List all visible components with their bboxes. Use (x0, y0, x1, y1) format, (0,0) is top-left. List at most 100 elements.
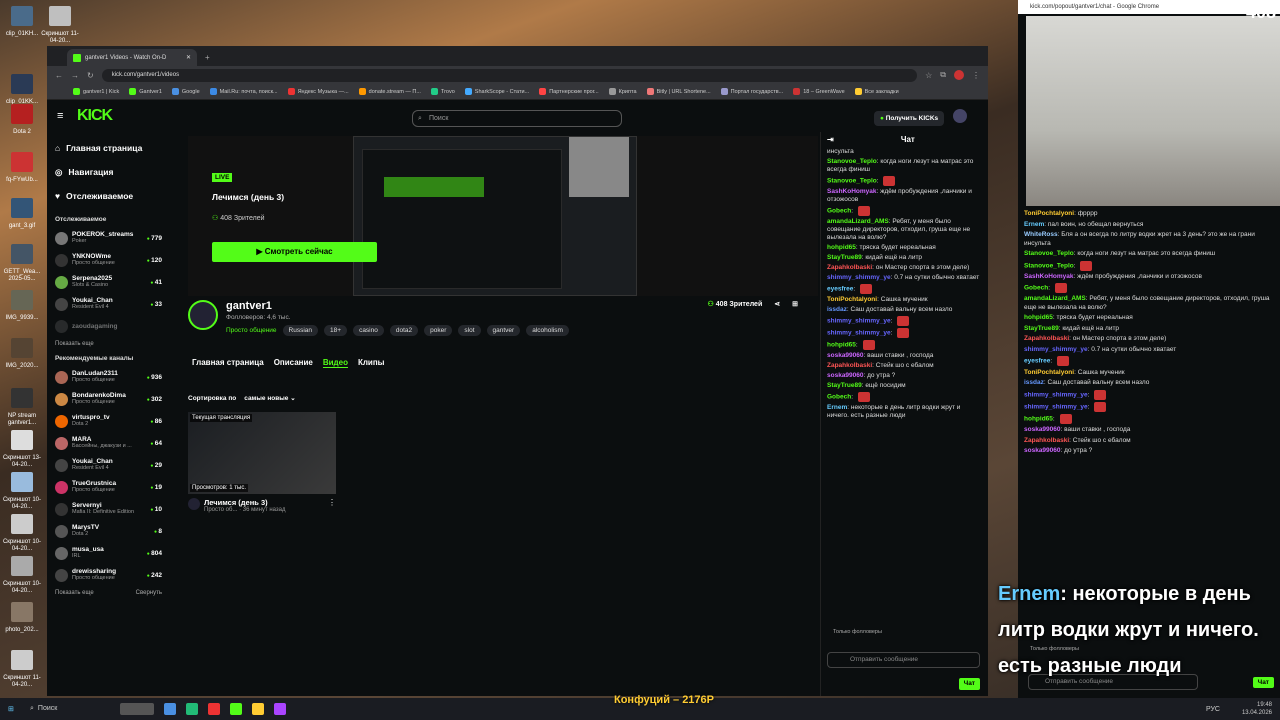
chat-username[interactable]: Zapahkolbaski (1024, 335, 1069, 342)
chat-username[interactable]: shimmy_shimmy_ye (1024, 346, 1088, 353)
chat-username[interactable]: soska99060 (827, 352, 864, 359)
sidebar-channel[interactable]: Serpena2025Slots & Casino 41 (55, 271, 162, 293)
channel-tab[interactable]: Главная страница (192, 358, 264, 368)
sidebar-channel[interactable]: virtuspro_tvDota 2 86 (55, 410, 162, 432)
bookmark-item[interactable]: Gantver1 (129, 88, 162, 95)
chat-username[interactable]: soska99060 (1024, 447, 1061, 454)
kick-logo[interactable]: KICK (77, 107, 113, 125)
reload-icon[interactable]: ↻ (87, 71, 94, 80)
profile-avatar-icon[interactable] (954, 70, 964, 80)
taskbar-app-1[interactable] (120, 703, 154, 715)
chat-username[interactable]: eyesfree (1024, 358, 1050, 365)
chat-username[interactable]: Stanovoe_Teplo (827, 178, 877, 185)
chat-username[interactable]: StayTrue89 (827, 382, 862, 389)
bookmark-item[interactable]: Все закладки (854, 88, 899, 95)
bookmark-item[interactable]: Bitly | URL Shortene... (646, 88, 711, 95)
chat-username[interactable]: Zapahkolbaski (827, 362, 872, 369)
chat-username[interactable]: ToniPochtalyoni (1024, 369, 1074, 376)
desktop-icon[interactable]: IMG_9939... (2, 290, 42, 322)
chat-username[interactable]: hohpid65 (827, 244, 856, 251)
sidebar-channel[interactable]: drewissharingПросто общение 242 (55, 564, 162, 586)
back-icon[interactable]: ← (55, 71, 63, 80)
video-thumbnail[interactable]: Текущая трансляция Просмотров: 1 тыс. (188, 412, 336, 494)
chat-username[interactable]: hohpid65 (827, 342, 856, 349)
chat-username[interactable]: WhiteRoss (1024, 231, 1058, 238)
start-icon[interactable]: ⊞ (8, 705, 14, 713)
show-more-link[interactable]: Показать еще (55, 341, 162, 347)
bookmark-item[interactable]: 18 – GreenWave (793, 88, 845, 95)
bookmark-item[interactable]: Google (171, 88, 200, 95)
collapse-link[interactable]: Свернуть (136, 590, 162, 596)
desktop-icon[interactable]: Скриншот 11-04-20... (40, 6, 80, 45)
channel-tab[interactable]: Видео (322, 358, 348, 368)
sidebar-channel[interactable]: musa_usaIRL 804 (55, 542, 162, 564)
tag-chip[interactable]: casino (353, 325, 384, 336)
language-indicator[interactable]: РУС (1206, 706, 1220, 713)
chat-input[interactable]: Отправить сообщение (827, 652, 980, 668)
chat-username[interactable]: amandaLizard_AMS (1024, 295, 1086, 302)
offline-banner[interactable]: LIVE Лечимся (день 3) ⚇ 408 Зрителей ▶ С… (188, 136, 818, 296)
chat-username[interactable]: Stanovoe_Teplo (827, 158, 877, 165)
sidebar-channel[interactable]: DanLudan2311Просто общение 936 (55, 366, 162, 388)
chat-username[interactable]: Zapahkolbaski (1024, 437, 1069, 444)
chat-username[interactable]: eyesfree (827, 286, 853, 293)
hamburger-icon[interactable]: ≡ (57, 110, 63, 122)
chat-username[interactable]: StayTrue89 (1024, 325, 1059, 332)
browser-tab[interactable]: gantver1 Videos - Watch On-D ✕ (67, 49, 197, 66)
get-kicks-button[interactable]: ● Получить KICKs (874, 111, 945, 126)
desktop-icon[interactable]: NP stream gantver1... (2, 388, 42, 427)
chat-username[interactable]: Zapahkolbaski (827, 264, 872, 271)
sidebar-channel[interactable]: Youkai_ChanResident Evil 4 29 (55, 454, 162, 476)
watch-now-button[interactable]: ▶ Смотреть сейчас (212, 242, 377, 262)
collapse-chat-icon[interactable]: ⇥ (827, 136, 834, 144)
desktop-icon[interactable]: GETT_Wea... 2025-05... (2, 244, 42, 283)
chat-username[interactable]: issdaz (1024, 379, 1044, 386)
bookmark-item[interactable]: donate.stream — П... (358, 88, 421, 95)
bookmark-star-icon[interactable]: ☆ (925, 71, 932, 80)
category-link[interactable]: Просто общение (226, 325, 277, 336)
chat-username[interactable]: Gobech (827, 208, 851, 215)
taskbar-search[interactable]: ⌕ Поиск (30, 705, 110, 713)
taskbar-app-2[interactable] (164, 703, 176, 715)
show-more-link-2[interactable]: Показать еще (55, 590, 94, 596)
chat-username[interactable]: shimmy_shimmy_ye (1024, 391, 1088, 398)
chat-username[interactable]: issdaz (827, 306, 847, 313)
gift-icon[interactable]: ⊞ (792, 300, 798, 308)
channel-name[interactable]: gantver1 (226, 300, 569, 312)
forward-icon[interactable]: → (71, 71, 79, 80)
chat-username[interactable]: Gobech (827, 394, 851, 401)
bookmark-item[interactable]: Портал государств... (720, 88, 783, 95)
sidebar-channel[interactable]: TrueGrustnicaПросто общение 19 (55, 476, 162, 498)
tag-chip[interactable]: alcoholism (526, 325, 569, 336)
chat-username[interactable]: hohpid65 (1024, 416, 1053, 423)
bookmark-item[interactable]: Trovo (430, 88, 455, 95)
sidebar-channel[interactable]: Youkai_ChanResident Evil 4 33 (55, 293, 162, 315)
more-options-icon[interactable]: ⋮ (328, 498, 336, 513)
nav-item[interactable]: ◎ Навигация (55, 160, 162, 184)
close-tab-icon[interactable]: ✕ (186, 54, 191, 61)
bookmark-item[interactable]: Партнерские прог... (539, 88, 599, 95)
stream-preview[interactable] (353, 136, 637, 296)
nav-item[interactable]: ⌂ Главная страница (55, 136, 162, 160)
chat-send-button[interactable]: Чат (958, 678, 980, 690)
chat-username[interactable]: shimmy_shimmy_ye (1024, 404, 1088, 411)
bookmark-item[interactable]: Яндекс Музыка —... (287, 88, 349, 95)
chat-username[interactable]: StayTrue89 (827, 254, 862, 261)
sidebar-channel[interactable]: zaoudagaming (55, 315, 162, 337)
search-input[interactable]: ⌕ Поиск (412, 110, 622, 127)
tag-chip[interactable]: poker (424, 325, 453, 336)
video-title[interactable]: Лечимся (день 3) (204, 498, 286, 507)
chat-username[interactable]: shimmy_shimmy_ye (827, 274, 891, 281)
chat-username[interactable]: shimmy_shimmy_ye (827, 330, 891, 337)
sidebar-channel[interactable]: YNKNOWmeПросто общение 120 (55, 249, 162, 271)
desktop-icon[interactable]: Скриншот 10-04-20... (2, 556, 42, 595)
channel-avatar[interactable] (188, 300, 218, 330)
desktop-icon[interactable]: Скриншот 10-04-20... (2, 472, 42, 511)
chat-username[interactable]: hohpid65 (1024, 314, 1053, 321)
taskbar-app-4[interactable] (208, 703, 220, 715)
chat-username[interactable]: ToniPochtalyoni (1024, 210, 1074, 217)
tag-chip[interactable]: Russian (282, 325, 319, 336)
chat-username[interactable]: amandaLizard_AMS (827, 218, 889, 225)
chat-username[interactable]: shimmy_shimmy_ye (827, 318, 891, 325)
sort-dropdown[interactable]: самые новые ⌄ (244, 394, 295, 402)
